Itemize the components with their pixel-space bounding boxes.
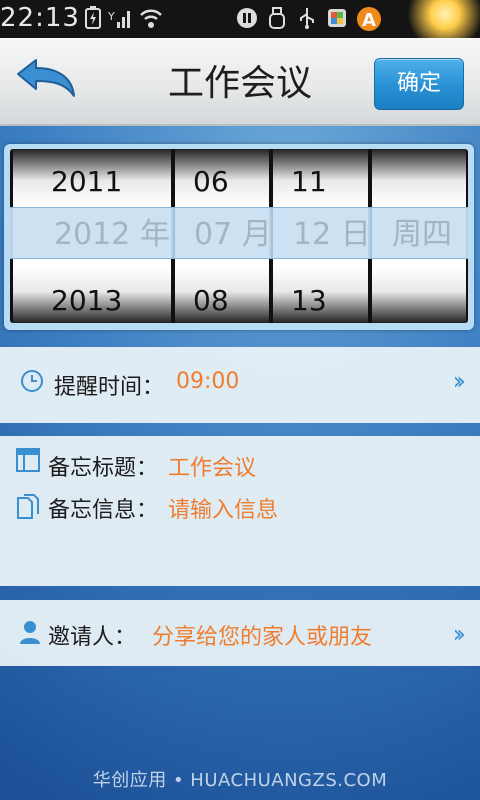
person-icon [18, 618, 42, 650]
calendar-icon [16, 448, 40, 476]
svg-text:A: A [362, 10, 376, 31]
day-selected: 12 日 [293, 217, 371, 252]
usb-debug-icon [266, 6, 288, 30]
reminder-value[interactable]: 09:00 [176, 369, 239, 394]
memo-info-label: 备忘信息： [48, 498, 159, 523]
reminder-time-row[interactable]: 提醒时间： 09:00 ›› [0, 347, 480, 423]
invite-label: 邀请人： [48, 625, 137, 650]
weekday-selected: 周四 [392, 217, 452, 252]
confirm-button[interactable]: 确定 [374, 58, 464, 110]
wheel-divider [271, 208, 273, 258]
memo-info-input[interactable]: 请输入信息 [168, 492, 278, 524]
memo-panel: 备忘标题： 工作会议 备忘信息： 请输入信息 [0, 436, 480, 586]
double-chevron-right-icon[interactable]: ›› [453, 367, 466, 395]
invite-row[interactable]: 邀请人： 分享给您的家人或朋友 ›› [0, 600, 480, 666]
usb-icon [296, 6, 318, 30]
date-picker-wheels: 2011 2013 06 08 11 13 2012 年 07 月 12 日 周… [10, 149, 468, 323]
pause-icon [236, 6, 258, 30]
footer-brand: 华创应用 • HUACHUANGZS.COM [92, 770, 388, 791]
month-selected: 07 月 [194, 217, 272, 252]
app-notification-icon [326, 6, 348, 30]
memo-title-input[interactable]: 工作会议 [168, 450, 256, 482]
year-selected: 2012 年 [54, 217, 170, 252]
wheel-divider [370, 208, 372, 258]
invite-input[interactable]: 分享给您的家人或朋友 [152, 619, 372, 651]
day-prev[interactable]: 11 [273, 158, 368, 206]
date-picker: 2011 2013 06 08 11 13 2012 年 07 月 12 日 周… [4, 144, 474, 330]
month-next[interactable]: 08 [175, 277, 269, 323]
wifi-icon [138, 6, 164, 30]
notification-a-icon: A [356, 6, 382, 31]
signal-icon: Y [107, 6, 134, 30]
double-chevron-right-icon[interactable]: ›› [453, 620, 466, 648]
status-bar: 22:13 Y A [0, 0, 480, 50]
clock-icon [20, 369, 44, 397]
document-icon [16, 494, 40, 524]
year-next[interactable]: 2013 [13, 277, 171, 323]
month-prev[interactable]: 06 [175, 158, 269, 206]
memo-title-label: 备忘标题： [48, 456, 159, 481]
date-selection-band: 2012 年 07 月 12 日 周四 [10, 207, 468, 259]
day-next[interactable]: 13 [273, 277, 368, 323]
battery-charging-icon [82, 6, 104, 30]
status-time: 22:13 [0, 3, 80, 33]
year-prev[interactable]: 2011 [13, 158, 171, 206]
svg-text:Y: Y [108, 10, 115, 23]
title-bar: 工作会议 确定 [0, 38, 480, 126]
reminder-label: 提醒时间： [54, 375, 165, 400]
wheel-divider [173, 208, 175, 258]
